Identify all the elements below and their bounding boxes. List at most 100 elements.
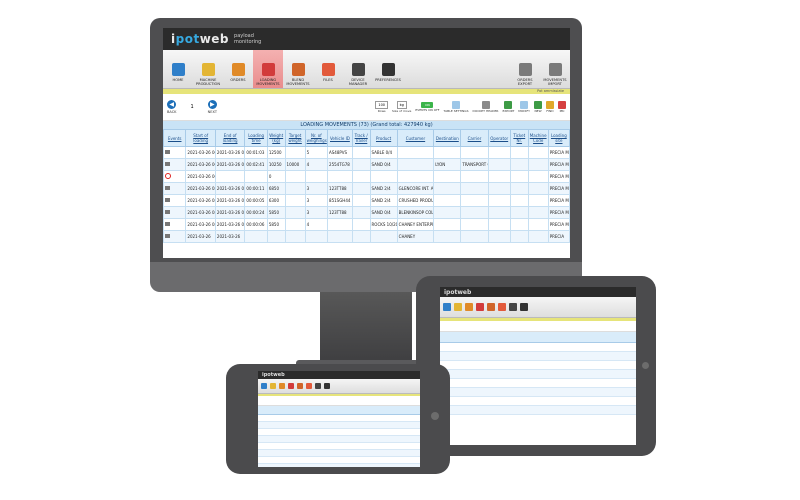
destination-cell <box>433 218 462 231</box>
list-item[interactable] <box>440 406 636 415</box>
nav-files[interactable]: FILES <box>313 50 343 88</box>
document-icon[interactable] <box>165 162 170 166</box>
event-cell <box>163 194 187 207</box>
alert-icon[interactable] <box>165 173 171 179</box>
home-icon <box>443 303 451 311</box>
document-icon[interactable] <box>165 234 170 238</box>
column-header[interactable]: End of loading <box>214 129 246 147</box>
desktop-screen: ipotweb payload monitoring HOME MACHINE P… <box>163 28 570 258</box>
nav-device-manager[interactable]: DEVICE MANAGER <box>343 50 373 88</box>
column-header[interactable]: Loading time <box>244 129 268 147</box>
list-item[interactable] <box>258 422 420 429</box>
document-icon[interactable] <box>165 210 170 214</box>
list-item[interactable] <box>258 457 420 464</box>
nr-cell: 4 <box>304 158 329 171</box>
event-cell <box>163 218 187 231</box>
size-select[interactable]: kg <box>396 101 407 109</box>
next-button[interactable]: ▶ NEXT <box>208 100 217 114</box>
document-icon[interactable] <box>165 222 170 226</box>
destination-cell <box>433 182 462 195</box>
column-header[interactable]: Loading site <box>547 129 570 147</box>
table-row[interactable]: 2021-03-26 06:48:562021-03-26 06:51:3700… <box>163 158 570 171</box>
vehicle-cell: AS48PVS <box>327 146 353 159</box>
list-item[interactable] <box>258 464 420 467</box>
column-header[interactable]: Vehicle ID <box>327 129 353 147</box>
table-row[interactable]: 2021-03-26 08:38:172021-03-26 08:38:2200… <box>163 194 570 207</box>
table-row[interactable]: 2021-03-26 08:37:162021-03-26 08:37:1600… <box>163 218 570 231</box>
rows-select[interactable]: 100 <box>375 101 389 109</box>
nav-label: FILES <box>323 78 333 82</box>
machine-cell <box>527 158 549 171</box>
vehicle-cell: 123TT88 <box>327 182 353 195</box>
table-settings-button[interactable]: TABLE SETTINGS <box>444 101 469 113</box>
nav-movements-import[interactable]: MOVEMENTS IMPORT <box>540 50 570 88</box>
document-icon[interactable] <box>165 186 170 190</box>
nav-machine-production[interactable]: MACHINE PRODUCTION <box>193 50 223 88</box>
destination-cell <box>433 146 462 159</box>
nav-orders-export[interactable]: ORDERS EXPORT <box>510 50 540 88</box>
start-cell: 2021-03-26 06:48:56 <box>185 158 216 171</box>
nav-loading-movements[interactable]: LOADING MOVEMENTS <box>253 50 283 88</box>
modify-button[interactable]: MODIFY <box>518 101 530 113</box>
column-header[interactable]: Product <box>369 129 398 147</box>
customer-cell <box>396 146 435 159</box>
list-item[interactable] <box>440 352 636 361</box>
list-item[interactable] <box>440 370 636 379</box>
print-button[interactable]: PRI <box>558 101 566 113</box>
list-item[interactable] <box>440 388 636 397</box>
customer-cell <box>396 158 435 171</box>
nav-blend-movements[interactable]: BLEND MOVEMENTS <box>283 50 313 88</box>
column-header[interactable]: Events <box>163 129 187 147</box>
table-row[interactable]: 2021-03-26 08:37:432021-03-26 08:38:0700… <box>163 206 570 219</box>
start-cell: 2021-03-26 08:38:17 <box>185 194 216 207</box>
list-item[interactable] <box>258 443 420 450</box>
vehicle-cell <box>327 230 353 243</box>
column-header[interactable]: Operator <box>487 129 511 147</box>
export-button[interactable]: EXPORT <box>502 101 514 113</box>
column-header[interactable]: Target weight <box>284 129 306 147</box>
nav-preferences[interactable]: PREFERENCES <box>373 50 403 88</box>
ticket-cell <box>509 194 529 207</box>
preferences-icon <box>324 383 330 389</box>
list-item[interactable] <box>258 429 420 436</box>
table-row[interactable]: 2021-03-26 08:39:132021-03-26 08:39:2400… <box>163 182 570 195</box>
document-icon[interactable] <box>165 198 170 202</box>
column-header[interactable]: Carrier <box>460 129 489 147</box>
site-cell: PRECIA MOLEN <box>547 146 570 159</box>
end-cell <box>214 170 246 183</box>
column-header[interactable]: Destination <box>433 129 462 147</box>
column-header[interactable]: Weight (kg) <box>266 129 286 147</box>
start-cell: 2021-03-26 08:37:16 <box>185 218 216 231</box>
table-row[interactable]: 2021-03-26 2021-03-26 CHANEY PRECIA <box>163 230 570 243</box>
column-header[interactable]: Start of loading <box>185 129 216 147</box>
table-row[interactable]: 2021-03-26 06:48:29 0 PRECIA MOLEN <box>163 170 570 183</box>
back-button[interactable]: ◀ BACK <box>167 100 176 114</box>
list-item[interactable] <box>440 397 636 406</box>
start-cell: 2021-03-26 06:52:31 <box>185 146 216 159</box>
column-header[interactable]: Customer <box>396 129 435 147</box>
destination-cell <box>433 194 462 207</box>
docket-header-button[interactable]: DOCKET HEADER <box>473 101 498 113</box>
toolbar-actions: 100 Rows kg Size of move ON EVENTS ON OF… <box>375 101 566 113</box>
list-item[interactable] <box>440 379 636 388</box>
list-item[interactable] <box>258 450 420 457</box>
column-header[interactable]: Nr. of weighings <box>304 129 329 147</box>
list-item[interactable] <box>440 343 636 352</box>
nav-orders[interactable]: ORDERS <box>223 50 253 88</box>
document-icon[interactable] <box>165 150 170 154</box>
carrier-cell: TRANSPORT CARRIERS <box>460 158 489 171</box>
new-button[interactable]: NEW <box>534 101 542 113</box>
event-cell <box>163 206 187 219</box>
column-header[interactable]: Track / Trailer <box>351 129 371 147</box>
column-header[interactable]: Machine Code <box>527 129 549 147</box>
list-item[interactable] <box>258 415 420 422</box>
list-item[interactable] <box>258 436 420 443</box>
find-button[interactable]: FIND <box>546 101 554 113</box>
start-cell: 2021-03-26 08:37:43 <box>185 206 216 219</box>
list-item[interactable] <box>440 361 636 370</box>
nav-label: ORDERS <box>230 78 246 82</box>
column-header[interactable]: Ticket Nr. <box>509 129 529 147</box>
table-row[interactable]: 2021-03-26 06:52:312021-03-26 06:53:3400… <box>163 146 570 159</box>
nav-home[interactable]: HOME <box>163 50 193 88</box>
folders-icon <box>498 303 506 311</box>
